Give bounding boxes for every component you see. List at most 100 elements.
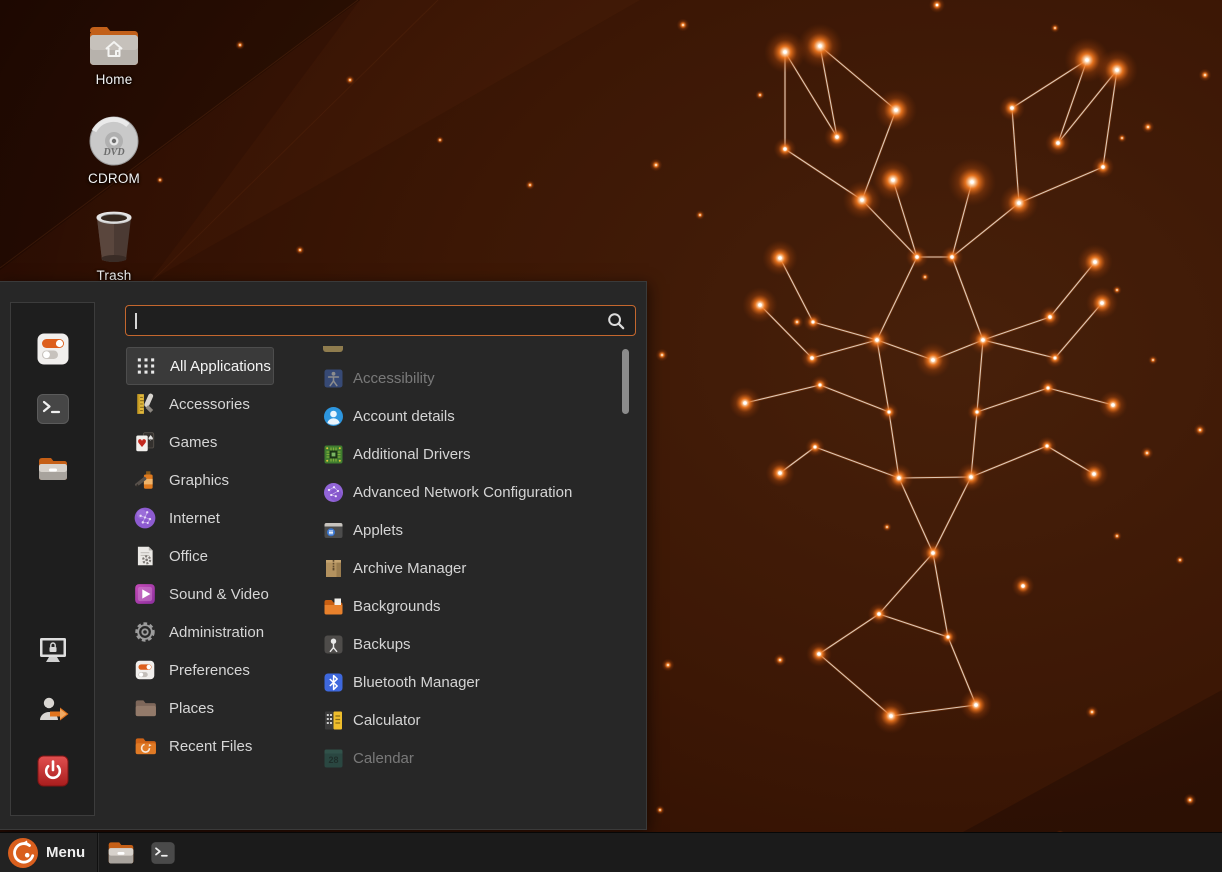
category-label: Graphics [169,472,229,489]
partially-scrolled-app-icon [323,346,343,352]
category-office[interactable]: Office [126,537,298,575]
category-graphics[interactable]: Graphics [126,461,298,499]
category-administration[interactable]: Administration [126,613,298,651]
desktop-icon-cdrom[interactable]: DVD CDROM [66,115,162,186]
svg-text:♥: ♥ [137,437,147,450]
search-input[interactable] [125,305,636,336]
menu-sidebar [10,302,95,816]
system-settings-icon [35,331,71,367]
taskbar: Menu [0,832,1222,872]
app-label: Additional Drivers [353,446,471,463]
category-accessories[interactable]: Accessories [126,385,298,423]
terminal-icon [35,391,71,427]
category-internet[interactable]: Internet [126,499,298,537]
category-preferences[interactable]: Preferences [126,651,298,689]
recent-files-icon [133,734,157,758]
logout-icon [35,693,71,729]
category-list: All Applications Accessories ♠ ♥ [126,347,298,765]
category-recent-files[interactable]: Recent Files [126,727,298,765]
category-all-applications[interactable]: All Applications [126,347,274,385]
backups-icon [323,634,344,655]
app-backgrounds[interactable]: Backgrounds [320,587,620,625]
app-accessibility[interactable]: Accessibility [320,359,620,397]
category-label: Places [169,700,214,717]
preferences-icon [133,658,157,682]
app-backups[interactable]: Backups [320,625,620,663]
games-icon: ♠ ♥ [133,430,157,454]
accessibility-icon [323,368,344,389]
category-label: Preferences [169,662,250,679]
category-sound-video[interactable]: Sound & Video [126,575,298,613]
sidebar-files-button[interactable] [31,447,75,491]
text-cursor [135,313,137,329]
lock-screen-icon [35,633,71,669]
applets-icon [323,520,344,541]
app-archive-manager[interactable]: Archive Manager [320,549,620,587]
app-label: Backgrounds [353,598,441,615]
trash-can-icon [89,208,139,264]
app-label: Calendar [353,750,414,767]
category-label: Office [169,548,208,565]
home-folder-icon [86,22,142,68]
desktop-icon-label: CDROM [66,171,162,186]
accessories-icon [133,392,157,416]
category-label: Games [169,434,217,451]
files-launcher[interactable] [99,833,143,872]
desktop-icon-trash[interactable]: Trash [66,208,162,283]
app-label: Advanced Network Configuration [353,484,572,501]
calculator-icon [323,710,344,731]
app-menu-popup: All Applications Accessories ♠ ♥ [0,281,647,830]
category-label: Administration [169,624,264,641]
files-icon [105,838,137,867]
files-icon [35,451,71,487]
office-icon [133,544,157,568]
apps-scrollbar[interactable] [622,349,629,414]
places-folder-icon [133,696,157,720]
app-label: Bluetooth Manager [353,674,480,691]
sidebar-logout-button[interactable] [31,689,75,733]
desktop-icon-home[interactable]: Home [66,22,162,87]
bluetooth-manager-icon [323,672,344,693]
all-applications-grid-icon [134,354,158,378]
category-places[interactable]: Places [126,689,298,727]
terminal-launcher[interactable] [143,833,183,872]
calendar-icon: 28 [323,748,344,769]
category-label: Internet [169,510,220,527]
sound-video-icon [133,582,157,606]
administration-gear-icon [133,620,157,644]
menu-button-label: Menu [46,844,85,861]
search-icon [606,311,626,331]
sidebar-settings-button[interactable] [31,327,75,371]
svg-text:28: 28 [328,755,338,765]
app-account-details[interactable]: Account details [320,397,620,435]
menu-button[interactable]: Menu [0,833,97,872]
terminal-icon [149,839,177,867]
additional-drivers-icon [323,444,344,465]
category-games[interactable]: ♠ ♥ Games [126,423,298,461]
desktop: Home DVD CDROM Trash [0,0,1222,872]
app-label: Calculator [353,712,421,729]
account-details-icon [323,406,344,427]
app-calculator[interactable]: Calculator [320,701,620,739]
app-list: Accessibility Account details [320,359,620,777]
app-label: Backups [353,636,411,653]
app-label: Accessibility [353,370,435,387]
backgrounds-icon [323,596,344,617]
app-label: Archive Manager [353,560,466,577]
app-bluetooth-manager[interactable]: Bluetooth Manager [320,663,620,701]
archive-manager-icon [323,558,344,579]
app-additional-drivers[interactable]: Additional Drivers [320,435,620,473]
category-label: All Applications [170,358,271,375]
sidebar-lock-screen-button[interactable] [31,629,75,673]
internet-icon [133,506,157,530]
app-advanced-network-configuration[interactable]: Advanced Network Configuration [320,473,620,511]
category-label: Recent Files [169,738,252,755]
sidebar-shutdown-button[interactable] [31,749,75,793]
app-calendar[interactable]: 28 Calendar [320,739,620,777]
app-applets[interactable]: Applets [320,511,620,549]
svg-text:DVD: DVD [102,147,124,158]
sidebar-terminal-button[interactable] [31,387,75,431]
graphics-icon [133,468,157,492]
app-label: Account details [353,408,455,425]
app-label: Applets [353,522,403,539]
